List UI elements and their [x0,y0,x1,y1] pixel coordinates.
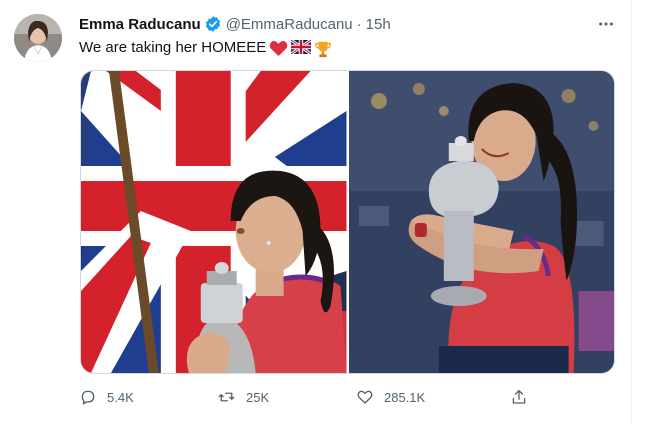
author-handle[interactable]: @EmmaRaducanu [226,16,353,33]
tweet-text: We are taking her HOMEEE [79,38,333,58]
verified-badge-icon [204,15,222,33]
photo-trophy-flag-image [81,71,347,373]
red-heart-icon [269,40,288,57]
like-button[interactable]: 285.1K [356,386,425,408]
share-button[interactable] [510,386,528,408]
avatar[interactable] [14,14,62,62]
author-name[interactable]: Emma Raducanu [79,16,201,33]
like-count: 285.1K [384,389,426,405]
retweet-button[interactable]: 25K [217,386,269,408]
reply-button[interactable]: 5.4K [79,386,134,408]
share-icon [512,389,526,404]
reply-icon [81,390,95,405]
photo-trophy-hug[interactable] [348,71,614,373]
reply-count: 5.4K [107,389,134,405]
photo-trophy-hug-image [348,71,614,373]
retweet-count: 25K [246,389,270,405]
retweet-icon [218,392,235,402]
tweet-card[interactable]: Emma Raducanu @EmmaRaducanu · 15h We are… [0,0,632,424]
separator-dot: · [356,15,362,33]
tweet-header: Emma Raducanu @EmmaRaducanu · 15h [79,14,391,34]
tweet-text-body: We are taking her HOMEEE [79,39,267,56]
photo-trophy-flag[interactable] [81,71,347,373]
tweet-timestamp[interactable]: 15h [366,16,391,33]
heart-icon [357,390,373,404]
avatar-image [14,14,62,62]
tweet-media[interactable] [80,70,615,374]
more-options-icon[interactable] [596,14,616,34]
tweet-actions: 5.4K 25K 285.1K [79,386,529,408]
union-jack-flag-icon [291,39,312,57]
trophy-icon [314,40,333,57]
